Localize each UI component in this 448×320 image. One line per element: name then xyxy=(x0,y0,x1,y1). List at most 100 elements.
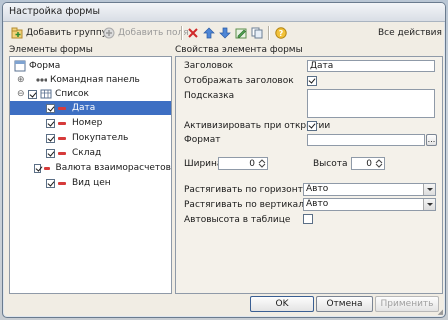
dropdown-arrow-icon[interactable] xyxy=(423,184,435,195)
add-field-icon xyxy=(103,27,115,39)
tree-item-column[interactable]: Валюта взаиморасчетов xyxy=(10,161,171,175)
toolbar-separator xyxy=(268,26,269,40)
collapse-minus-icon: ⊖ xyxy=(17,89,25,99)
ok-button[interactable]: OK xyxy=(250,296,314,312)
width-label: Ширина xyxy=(184,159,223,169)
title-bar: Настройка формы xyxy=(3,3,445,22)
pencil-icon xyxy=(235,27,247,39)
tree-item-column[interactable]: Вид цен xyxy=(10,176,171,190)
all-actions-label: Все действия xyxy=(378,28,442,38)
add-group-button[interactable]: Добавить группу xyxy=(11,24,107,42)
field-icon xyxy=(44,166,50,170)
column-checkbox[interactable] xyxy=(46,178,55,188)
height-label: Высота xyxy=(313,159,348,169)
add-group-label: Добавить группу xyxy=(26,28,108,38)
stretch-vertical-label: Растягивать по вертикали xyxy=(184,200,310,210)
tree-label: Валюта взаиморасчетов xyxy=(55,163,171,173)
dropdown-arrow-icon[interactable] xyxy=(423,199,435,210)
field-icon xyxy=(58,106,66,110)
field-icon xyxy=(58,121,66,125)
field-icon xyxy=(58,136,66,140)
autoheight-checkbox[interactable] xyxy=(303,214,313,224)
tree-item-column[interactable]: Склад xyxy=(10,146,171,160)
tree-node-list[interactable]: ⊖ Список xyxy=(10,87,171,101)
tree-label: Номер xyxy=(72,118,103,128)
arrow-up-icon xyxy=(203,27,215,39)
title-input[interactable]: Дата xyxy=(307,60,435,72)
delete-icon xyxy=(187,27,199,39)
cancel-button[interactable]: Отмена xyxy=(316,296,373,312)
width-value: 0 xyxy=(249,159,255,169)
stretch-vertical-select[interactable]: Авто xyxy=(303,198,436,211)
column-checkbox[interactable] xyxy=(34,163,42,173)
copy-icon xyxy=(251,27,263,39)
svg-text:?: ? xyxy=(279,29,284,38)
properties-panel: Заголовок Дата Отображать заголовок Подс… xyxy=(175,56,443,294)
height-stepper[interactable]: 0 xyxy=(351,157,385,170)
left-panel-header: Элементы формы xyxy=(9,45,93,55)
title-label: Заголовок xyxy=(184,61,234,71)
tree-label: Форма xyxy=(29,61,61,71)
chevron-down-icon: ▼ xyxy=(445,29,446,37)
autoheight-label: Автовысота в таблице xyxy=(184,215,291,225)
right-panel-header: Свойства элемента формы xyxy=(175,45,303,55)
stretch-horizontal-select[interactable]: Авто xyxy=(303,183,436,196)
form-settings-dialog: Настройка формы Добавить группу Добавить… xyxy=(2,2,446,318)
format-input[interactable] xyxy=(307,134,425,146)
move-down-button[interactable] xyxy=(219,24,231,42)
width-stepper[interactable]: 0 xyxy=(218,157,268,170)
help-icon: ? xyxy=(275,27,287,39)
tree-node-command-panel[interactable]: ⊕ Командная панель xyxy=(10,73,171,87)
copy-button[interactable] xyxy=(251,24,263,42)
activate-checkbox[interactable] xyxy=(307,121,317,131)
tree-label: Список xyxy=(55,89,89,99)
tree-item-column[interactable]: Дата xyxy=(10,101,171,115)
add-field-label: Добавить поля xyxy=(118,28,189,38)
tree-node-form[interactable]: Форма xyxy=(10,59,171,73)
add-group-icon xyxy=(11,27,23,39)
form-icon xyxy=(14,60,26,72)
edit-button[interactable] xyxy=(235,24,247,42)
help-button[interactable]: ? xyxy=(275,24,287,42)
show-title-label: Отображать заголовок xyxy=(184,76,294,86)
tree-label: Дата xyxy=(72,103,96,113)
toolbar-separator xyxy=(181,26,182,40)
stretch-horizontal-value: Авто xyxy=(306,184,329,194)
column-checkbox[interactable] xyxy=(46,133,55,143)
delete-button[interactable] xyxy=(187,24,199,42)
tree-label: Склад xyxy=(72,148,102,158)
tree-label: Вид цен xyxy=(72,178,111,188)
field-icon xyxy=(58,151,66,155)
expand-plus-icon: ⊕ xyxy=(17,75,25,85)
field-icon xyxy=(58,181,66,185)
apply-button[interactable]: Применить xyxy=(375,296,439,312)
column-checkbox[interactable] xyxy=(46,148,55,158)
tooltip-label: Подсказка xyxy=(184,91,235,101)
column-checkbox[interactable] xyxy=(46,103,55,113)
height-value: 0 xyxy=(366,159,372,169)
spin-arrows-icon[interactable] xyxy=(375,159,383,168)
spin-arrows-icon[interactable] xyxy=(258,159,266,168)
add-field-button[interactable]: Добавить поля xyxy=(103,24,189,42)
resize-grip-icon[interactable]: ◢ xyxy=(438,308,443,316)
column-checkbox[interactable] xyxy=(46,118,55,128)
all-actions-menu[interactable]: Все действия ▼ xyxy=(378,24,446,42)
stretch-horizontal-label: Растягивать по горизонтали xyxy=(184,185,320,195)
format-choose-button[interactable]: ... xyxy=(426,134,437,146)
table-icon xyxy=(40,88,52,100)
move-up-button[interactable] xyxy=(203,24,215,42)
command-panel-icon xyxy=(35,74,48,86)
tree-label: Покупатель xyxy=(72,133,129,143)
window-title: Настройка формы xyxy=(9,6,100,17)
tree-label: Командная панель xyxy=(50,75,140,85)
arrow-down-icon xyxy=(219,27,231,39)
tree-item-column[interactable]: Покупатель xyxy=(10,131,171,145)
stretch-vertical-value: Авто xyxy=(306,199,329,209)
list-checkbox[interactable] xyxy=(28,89,37,99)
tree-item-column[interactable]: Номер xyxy=(10,116,171,130)
format-label: Формат xyxy=(184,135,221,145)
tooltip-textarea[interactable] xyxy=(307,89,435,118)
form-elements-tree[interactable]: Форма ⊕ Командная панель ⊖ Список Дата Но… xyxy=(9,56,172,294)
show-title-checkbox[interactable] xyxy=(307,76,317,86)
toolbar: Добавить группу Добавить поля ? Все дейс… xyxy=(7,24,445,42)
